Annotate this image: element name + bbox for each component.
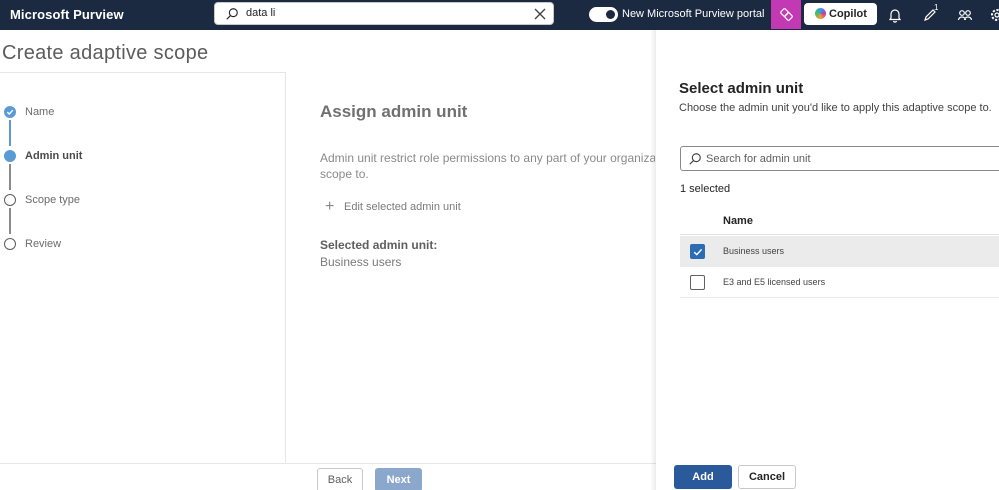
portal-toggle-label: New Microsoft Purview portal (622, 8, 765, 20)
row-checkbox[interactable] (690, 244, 705, 259)
settings-icon[interactable] (988, 6, 999, 24)
step-label: Scope type (25, 194, 81, 206)
portal-toggle[interactable] (589, 7, 618, 22)
wizard-step-review[interactable]: Review (4, 238, 204, 252)
search-value[interactable]: data li (246, 7, 275, 19)
checkmark-icon (693, 248, 703, 256)
row-name: E3 and E5 licensed users (723, 277, 826, 287)
cancel-button[interactable]: Cancel (738, 465, 796, 489)
panel-title: Select admin unit (679, 80, 804, 97)
step-connector (9, 208, 11, 234)
column-header-name[interactable]: Name (723, 215, 753, 227)
pending-step-icon (4, 194, 16, 206)
search-icon (226, 8, 238, 20)
app-brand[interactable]: Microsoft Purview (10, 7, 124, 22)
plus-icon: + (325, 198, 335, 215)
wizard-step-admin-unit[interactable]: Admin unit (4, 150, 204, 164)
edit-link-label: Edit selected admin unit (344, 201, 461, 213)
step-label: Review (25, 238, 62, 250)
pending-step-icon (4, 238, 16, 250)
top-bar: Microsoft Purview data li New Microsoft … (0, 0, 999, 30)
bell-icon[interactable] (886, 6, 904, 24)
row-checkbox[interactable] (690, 275, 705, 290)
wizard-steps-pane: Name Admin unit Scope type Review (0, 72, 286, 463)
section-title: Assign admin unit (320, 102, 468, 121)
selected-admin-unit-label: Selected admin unit: (320, 238, 438, 252)
purview-app-button[interactable] (771, 0, 801, 29)
selected-admin-unit-value: Business users (320, 255, 402, 269)
panel-subtitle: Choose the admin unit you'd like to appl… (679, 102, 992, 114)
select-admin-unit-panel: Select admin unit Choose the admin unit … (656, 30, 999, 490)
selected-count: 1 selected (680, 183, 731, 195)
step-connector (9, 120, 11, 146)
check-circle-icon (4, 106, 16, 118)
admin-unit-search[interactable] (680, 146, 999, 171)
page-title: Create adaptive scope (2, 42, 209, 64)
step-connector (9, 164, 11, 190)
table-row[interactable]: E3 and E5 licensed users (680, 267, 999, 298)
purview-app-icon (780, 8, 793, 21)
connections-icon[interactable] (956, 6, 974, 24)
next-button[interactable]: Next (375, 468, 422, 490)
add-button[interactable]: Add (674, 465, 732, 489)
wizard-step-scope-type[interactable]: Scope type (4, 194, 204, 208)
global-search[interactable]: data li (214, 2, 554, 25)
table-row[interactable]: Business users (680, 236, 999, 267)
copilot-label: Copilot (829, 8, 867, 20)
step-label: Admin unit (25, 150, 83, 162)
toggle-knob (606, 10, 615, 19)
section-description: Admin unit restrict role permissions to … (320, 150, 655, 182)
description-line: scope to. (320, 167, 369, 181)
search-icon (689, 153, 701, 165)
table-header: Name (680, 206, 999, 235)
row-name: Business users (723, 246, 785, 256)
wizard-step-name[interactable]: Name (4, 106, 204, 120)
admin-unit-search-input[interactable] (706, 151, 986, 166)
back-button[interactable]: Back (317, 468, 363, 490)
step-label: Name (25, 106, 55, 118)
copilot-icon (815, 8, 826, 19)
current-step-icon (4, 150, 16, 162)
close-icon[interactable] (531, 5, 549, 23)
description-line: Admin unit restrict role permissions to … (320, 151, 655, 165)
copilot-button[interactable]: Copilot (804, 3, 877, 25)
notification-badge: 1 (934, 3, 939, 12)
